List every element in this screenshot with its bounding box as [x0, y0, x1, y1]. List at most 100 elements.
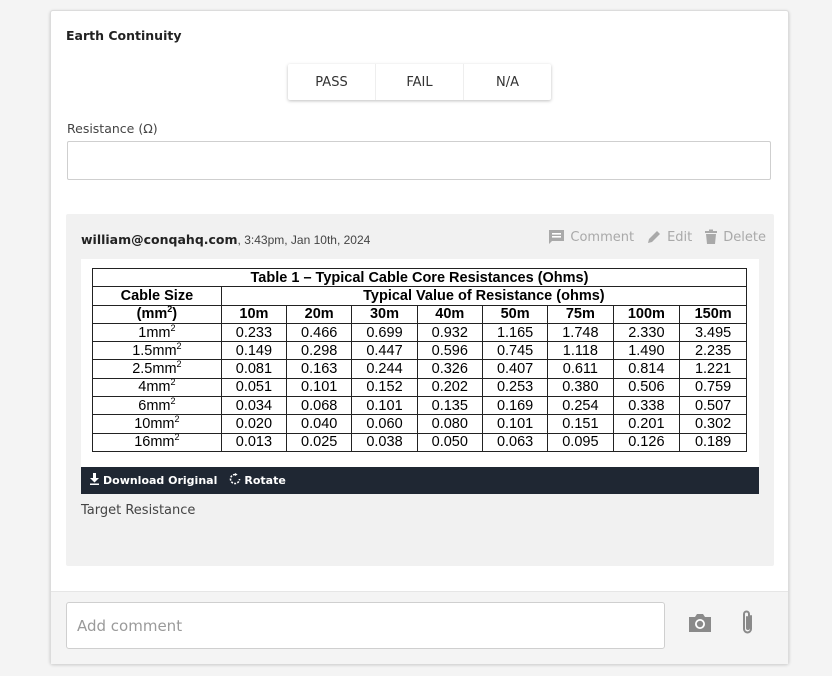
length-header: 75m — [547, 304, 614, 324]
resistance-value-cell: 0.201 — [612, 414, 681, 434]
resistance-value-cell: 3.495 — [679, 322, 747, 343]
length-header: 10m — [220, 304, 288, 324]
comment-icon — [548, 229, 565, 245]
download-icon — [89, 473, 100, 488]
resistance-value-cell: 0.149 — [220, 341, 288, 361]
resistance-value-cell: 0.038 — [351, 432, 418, 452]
resistance-value-cell: 1.748 — [547, 322, 614, 343]
resistance-value-cell: 0.932 — [416, 322, 483, 343]
trash-icon — [704, 229, 718, 245]
resistance-value-cell: 0.699 — [351, 322, 418, 343]
result-selector: PASS FAIL N/A — [288, 64, 551, 100]
resistance-value-cell: 0.135 — [416, 396, 483, 416]
length-header: 30m — [351, 304, 418, 324]
resistance-value-cell: 0.202 — [416, 377, 483, 398]
resistance-value-cell: 0.447 — [351, 341, 418, 361]
resistance-value-cell: 0.407 — [481, 359, 549, 379]
resistance-value-cell: 0.745 — [481, 341, 549, 361]
length-header: 150m — [679, 304, 747, 324]
add-comment-input[interactable] — [66, 602, 665, 649]
resistance-value-cell: 0.081 — [220, 359, 288, 379]
resistance-value-cell: 0.060 — [351, 414, 418, 434]
resistance-value-cell: 0.163 — [286, 359, 353, 379]
cable-resistance-table: Table 1 – Typical Cable Core Resistances… — [92, 267, 748, 452]
cable-size-cell: 6mm2 — [92, 396, 222, 416]
resistance-value-cell: 0.596 — [416, 341, 483, 361]
resistance-value-cell: 0.095 — [547, 432, 614, 452]
attached-image[interactable]: Table 1 – Typical Cable Core Resistances… — [81, 259, 759, 467]
resistance-value-cell: 0.759 — [679, 377, 747, 398]
resistance-value-cell: 0.034 — [220, 396, 288, 416]
camera-icon[interactable] — [687, 612, 713, 639]
resistance-value-cell: 0.169 — [481, 396, 549, 416]
pass-button[interactable]: PASS — [288, 64, 376, 100]
fail-button[interactable]: FAIL — [376, 64, 464, 100]
cable-size-cell: 1mm2 — [92, 322, 222, 343]
comment-timestamp: , 3:43pm, Jan 10th, 2024 — [237, 233, 371, 247]
image-caption: Target Resistance — [81, 503, 196, 518]
resistance-value-cell: 2.235 — [679, 341, 747, 361]
resistance-value-cell: 0.050 — [416, 432, 483, 452]
rotate-button[interactable]: Rotate — [229, 473, 286, 488]
resistance-value-cell: 0.051 — [220, 377, 288, 398]
resistance-value-cell: 1.221 — [679, 359, 747, 379]
image-toolbar: Download Original Rotate — [81, 467, 759, 494]
length-header: 100m — [612, 304, 681, 324]
resistance-value-cell: 1.118 — [547, 341, 614, 361]
cable-size-cell: 1.5mm2 — [92, 341, 222, 361]
resistance-label: Resistance (Ω) — [67, 121, 158, 136]
length-header: 20m — [286, 304, 353, 324]
delete-label: Delete — [723, 229, 766, 245]
table-row: 10mm2 0.020 0.040 0.060 0.080 0.101 0.151 0.201… — [92, 414, 747, 434]
length-header: 40m — [416, 304, 483, 324]
resistance-value-cell: 0.253 — [481, 377, 549, 398]
comment-button[interactable]: Comment — [548, 229, 634, 245]
table-row: 2.5mm2 0.081 0.163 0.244 0.326 0.407 0.611 0.81… — [92, 359, 747, 379]
resistance-value-cell: 0.101 — [286, 377, 353, 398]
resistance-value-cell: 0.189 — [679, 432, 747, 452]
table-row: 1mm2 0.233 0.466 0.699 0.932 1.165 1.748 2.330 3… — [92, 322, 747, 343]
resistance-value-cell: 0.068 — [286, 396, 353, 416]
resistance-value-cell: 0.380 — [547, 377, 614, 398]
resistance-input[interactable] — [67, 141, 771, 180]
cable-size-header: Cable Size — [92, 286, 222, 306]
cable-size-cell: 10mm2 — [92, 414, 222, 434]
na-button[interactable]: N/A — [464, 64, 551, 100]
resistance-value-cell: 0.254 — [547, 396, 614, 416]
resistance-value-cell: 0.233 — [220, 322, 288, 343]
comment-author: william@conqahq.com — [81, 232, 238, 247]
comment-actions: Comment Edit Delete — [548, 229, 766, 245]
length-header: 50m — [481, 304, 549, 324]
resistance-value-cell: 0.506 — [612, 377, 681, 398]
resistance-value-cell: 0.101 — [481, 414, 549, 434]
rotate-label: Rotate — [244, 474, 286, 487]
cable-size-cell: 16mm2 — [92, 432, 222, 452]
table-row: 1.5mm2 0.149 0.298 0.447 0.596 0.745 1.118 1.49… — [92, 341, 747, 361]
resistance-value-cell: 0.080 — [416, 414, 483, 434]
paperclip-icon[interactable] — [739, 609, 757, 642]
comment-entry: william@conqahq.com, 3:43pm, Jan 10th, 2… — [66, 214, 774, 566]
unit-header: (mm2) — [92, 304, 222, 324]
resistance-value-cell: 0.013 — [220, 432, 288, 452]
resistance-value-cell: 0.025 — [286, 432, 353, 452]
resistance-value-cell: 0.507 — [679, 396, 747, 416]
earth-continuity-card: Earth Continuity PASS FAIL N/A Resistanc… — [50, 10, 789, 664]
resistance-value-cell: 0.298 — [286, 341, 353, 361]
resistance-value-cell: 0.466 — [286, 322, 353, 343]
download-original-button[interactable]: Download Original — [89, 473, 217, 488]
cable-size-cell: 2.5mm2 — [92, 359, 222, 379]
resistance-value-cell: 1.490 — [612, 341, 681, 361]
edit-button[interactable]: Edit — [646, 229, 692, 245]
rotate-icon — [229, 473, 241, 488]
resistance-column-header: Typical Value of Resistance (ohms) — [220, 286, 748, 306]
comment-footer — [51, 591, 788, 664]
download-label: Download Original — [103, 474, 218, 487]
delete-button[interactable]: Delete — [704, 229, 766, 245]
resistance-value-cell: 1.165 — [481, 322, 549, 343]
edit-label: Edit — [667, 229, 693, 245]
table-row: 16mm2 0.013 0.025 0.038 0.050 0.063 0.095 0.126… — [92, 432, 747, 452]
resistance-value-cell: 0.040 — [286, 414, 353, 434]
resistance-value-cell: 2.330 — [612, 322, 681, 343]
resistance-value-cell: 0.814 — [612, 359, 681, 379]
table-title: Table 1 – Typical Cable Core Resistances… — [92, 267, 747, 288]
